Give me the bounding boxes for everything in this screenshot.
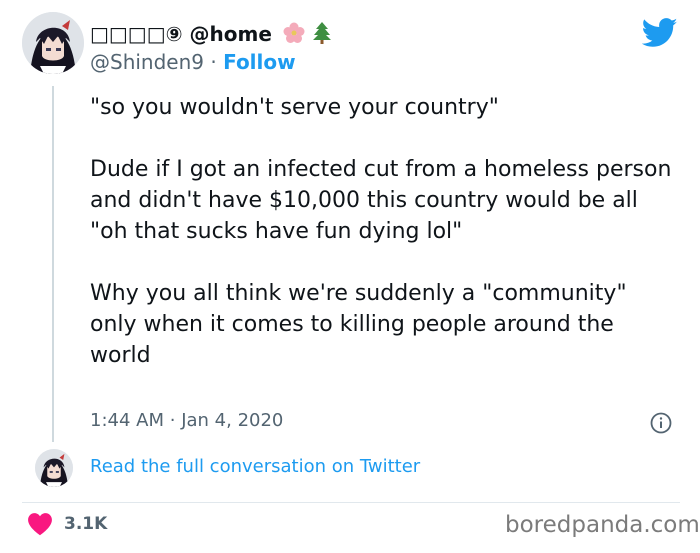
- tweet-date: Jan 4, 2020: [181, 410, 284, 431]
- author-avatar[interactable]: [22, 12, 84, 74]
- footer-divider: [22, 502, 680, 503]
- boredpanda-watermark: boredpanda.com: [505, 512, 700, 538]
- read-conversation-link[interactable]: Read the full conversation on Twitter: [90, 456, 420, 477]
- thread-connector-line: [52, 86, 54, 442]
- tweet-paragraph: "so you wouldn't serve your country": [90, 95, 499, 120]
- separator-dot: ·: [210, 50, 217, 74]
- user-handle[interactable]: @Shinden9: [90, 50, 204, 74]
- tweet-paragraph: Dude if I got an infected cut from a hom…: [90, 157, 672, 244]
- display-name-text: @home: [189, 22, 272, 46]
- tweet-paragraph: Why you all think we're suddenly a "comm…: [90, 281, 627, 368]
- cherry-blossom-icon: [283, 22, 305, 49]
- evergreen-tree-icon: [312, 22, 332, 49]
- display-name-glyphs: □□□□⑨: [90, 22, 183, 46]
- tweet-timestamp[interactable]: 1:44 AM · Jan 4, 2020: [90, 410, 283, 431]
- handle-line: @Shinden9 · Follow: [90, 50, 296, 74]
- twitter-bird-icon[interactable]: [641, 18, 678, 52]
- info-icon[interactable]: [650, 412, 672, 438]
- timestamp-separator: ·: [169, 410, 176, 431]
- avatar-illustration: [22, 12, 84, 74]
- avatar-illustration: [35, 449, 73, 487]
- tweet-time: 1:44 AM: [90, 410, 164, 431]
- follow-button[interactable]: Follow: [223, 50, 296, 74]
- conversation-avatar[interactable]: [35, 449, 73, 487]
- heart-icon[interactable]: [27, 512, 53, 540]
- tweet-text: "so you wouldn't serve your country" Dud…: [90, 92, 680, 402]
- like-count[interactable]: 3.1K: [64, 514, 107, 534]
- display-name[interactable]: □□□□⑨ @home: [90, 22, 332, 49]
